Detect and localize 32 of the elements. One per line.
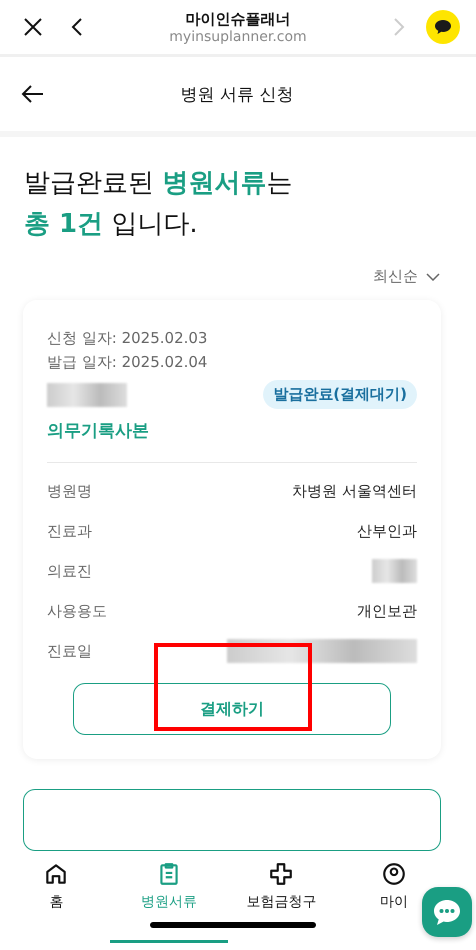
chat-button[interactable] [426,10,460,44]
chevron-right-icon [393,17,405,37]
detail-label: 병원명 [47,482,92,500]
detail-value: 개인보관 [357,602,417,620]
detail-label: 사용용도 [47,602,107,620]
detail-value: 차병원 서울역센터 [292,482,417,500]
redacted-text [372,559,417,583]
cross-icon [268,861,294,887]
chevron-down-icon [426,272,440,280]
nav-tab[interactable]: 보험금청구 [242,861,320,911]
chevron-left-icon [71,17,83,37]
page-title: 병원 서류 신청 [180,84,294,106]
apply-button[interactable] [23,789,441,851]
sort-dropdown[interactable]: 최신순 [373,267,440,286]
chat-bubble-icon [432,898,462,926]
document-type: 의무기록사본 [47,419,417,463]
speech-bubble-icon [434,19,452,35]
user-icon [380,861,407,887]
detail-label: 의료진 [47,562,92,580]
date-text: 신청 일자: 2025.02.03 [47,328,208,349]
detail-label: 진료과 [47,522,92,540]
detail-value: 산부인과 [357,522,417,540]
date-text: 발급 일자: 2025.02.04 [47,352,208,373]
nav-tab[interactable]: 홈 [39,861,74,911]
close-icon [23,17,43,37]
site-url: myinsuplanner.com [169,28,307,44]
status-badge: 발급완료(결제대기) [263,380,417,409]
nav-tab[interactable]: 마이 [376,861,412,911]
site-title: 마이인슈플래너 [186,10,290,28]
arrow-left-icon [21,84,45,104]
summary-heading: 발급완료된 병원서류는 총 1건 입니다. [24,167,294,241]
detail-label: 진료일 [47,642,92,660]
